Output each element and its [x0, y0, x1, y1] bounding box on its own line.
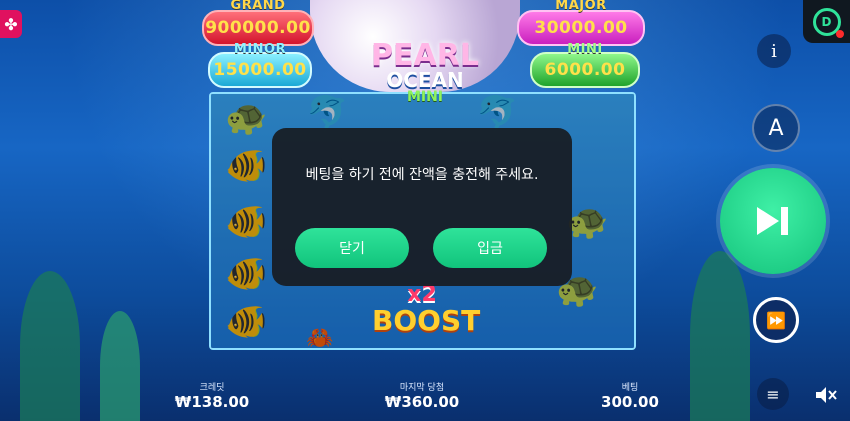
clover-icon: ✤	[4, 14, 18, 34]
jackpot-grand: GRAND 900000.00	[202, 0, 314, 46]
insufficient-balance-dialog: 베팅을 하기 전에 잔액을 충전해 주세요. 닫기 입금	[272, 128, 572, 286]
jackpot-minor: MINOR 15000.00	[208, 42, 312, 88]
jackpot-mini-label: MINI	[567, 42, 603, 57]
jackpot-major-label: MAJOR	[555, 0, 607, 13]
close-button[interactable]: 닫기	[295, 228, 409, 268]
fast-forward-icon: ⏩	[766, 310, 786, 330]
play-skip-icon	[757, 207, 788, 235]
dialog-message: 베팅을 하기 전에 잔액을 충전해 주세요.	[305, 167, 539, 183]
bet-display[interactable]: 베팅 300.00	[592, 380, 668, 411]
credit-label: 크레딧	[199, 383, 225, 393]
bet-value: 300.00	[601, 393, 659, 411]
speaker-muted-icon	[816, 387, 837, 403]
turbo-button[interactable]: ⏩	[753, 297, 799, 343]
jackpot-grand-label: GRAND	[230, 0, 286, 13]
credit-value: ₩138.00	[174, 393, 250, 411]
last-win-label: 마지막 당첨	[399, 383, 445, 393]
jackpot-minor-label: MINOR	[233, 42, 287, 57]
seaweed-decoration	[690, 251, 750, 421]
info-icon: i	[771, 40, 777, 62]
sound-toggle-button[interactable]	[812, 382, 840, 408]
provider-logo-button[interactable]: D	[803, 0, 850, 43]
spin-button[interactable]	[720, 168, 826, 274]
bet-label: 베팅	[621, 383, 639, 393]
logo-line-2: OCEAN	[386, 68, 464, 92]
menu-button[interactable]: ✤	[0, 10, 22, 38]
jackpot-minor-value: 15000.00	[213, 60, 307, 80]
autoplay-icon: A	[768, 115, 784, 141]
jackpot-grand-value: 900000.00	[205, 18, 311, 38]
boost-badge: x2 BOOST	[372, 282, 481, 337]
logo-line-1: PEARL	[371, 38, 479, 73]
seaweed-decoration	[100, 311, 140, 421]
coin-stack-button[interactable]: ≡	[757, 378, 789, 410]
boost-label: BOOST	[372, 304, 481, 337]
game-logo: PEARL OCEAN MINI	[350, 38, 500, 105]
last-win-value: ₩360.00	[384, 393, 460, 411]
notification-dot	[836, 30, 844, 38]
jackpot-mini: MINI 6000.00	[530, 42, 640, 88]
info-button[interactable]: i	[757, 34, 791, 68]
coin-stack-icon: ≡	[766, 384, 780, 404]
credit-display: 크레딧 ₩138.00	[170, 380, 254, 411]
last-win-display: 마지막 당첨 ₩360.00	[380, 380, 464, 411]
seaweed-decoration	[20, 271, 80, 421]
logo-line-3: MINI	[406, 89, 444, 105]
jackpot-major: MAJOR 30000.00	[517, 0, 645, 46]
jackpot-major-value: 30000.00	[534, 18, 628, 38]
autoplay-button[interactable]: A	[752, 104, 800, 152]
jackpot-mini-value: 6000.00	[544, 60, 626, 80]
deposit-button[interactable]: 입금	[433, 228, 547, 268]
